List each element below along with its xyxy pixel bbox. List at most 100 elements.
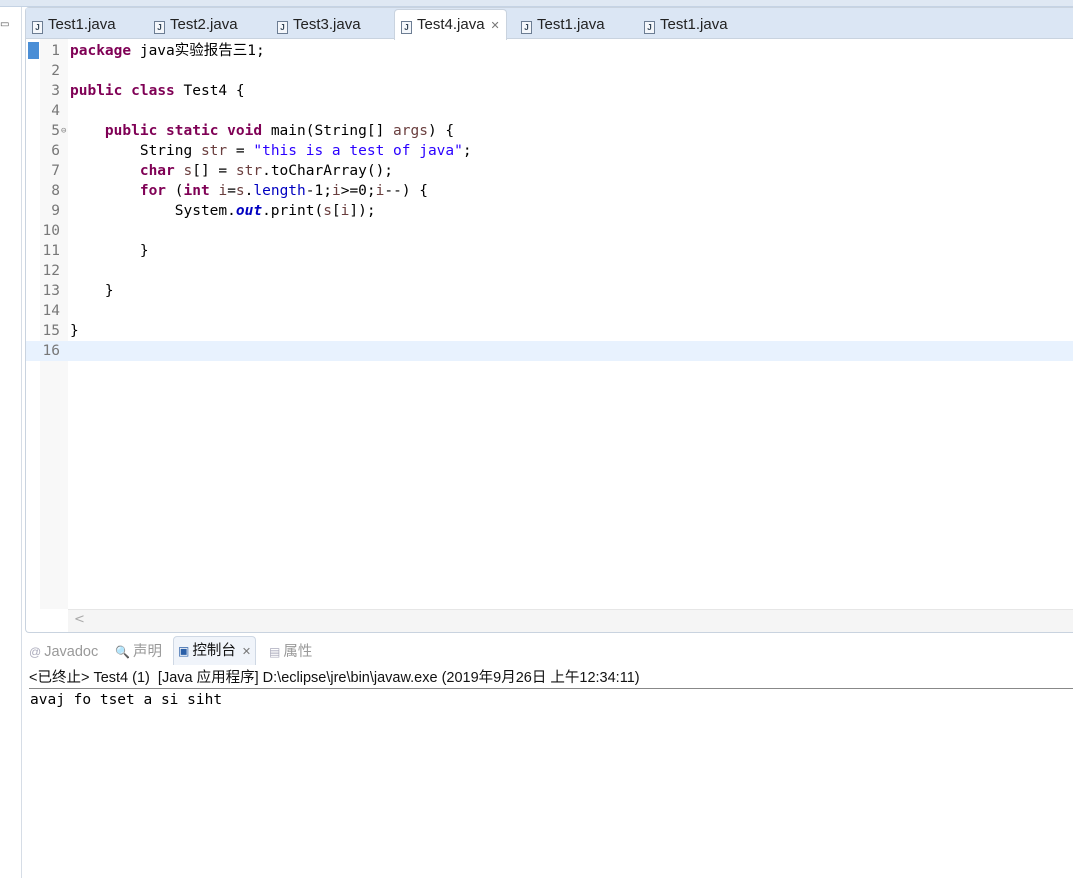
code-token: main(String[]: [262, 123, 394, 139]
code-token: System.: [70, 203, 236, 219]
console-tab-bar: @ Javadoc 🔍 声明 ▣ 控制台 ✕ ▤ 属性: [25, 636, 1073, 665]
code-text: for (int i=s.length-1;i>=0;i--) {: [70, 181, 428, 201]
line-number: 16: [42, 343, 60, 359]
line-number: 14: [42, 303, 60, 319]
tab-test1-java[interactable]: J Test1.java: [521, 11, 605, 38]
java-file-icon: J: [521, 21, 532, 34]
code-token: str: [200, 143, 228, 159]
console-tab-1[interactable]: 🔍 声明: [115, 640, 162, 664]
java-file-icon: J: [32, 21, 43, 34]
restore-icon[interactable]: ▭: [0, 19, 9, 30]
code-text: }: [70, 241, 149, 261]
code-token: ;: [462, 143, 472, 159]
code-token: [] =: [192, 163, 236, 179]
tab-test2-java[interactable]: J Test2.java: [154, 11, 238, 38]
code-token: -1;: [305, 183, 332, 199]
code-line: 9 System.out.print(s[i]);: [26, 201, 1073, 221]
tab-label: Test3.java: [293, 16, 361, 33]
code-text: }: [70, 281, 114, 301]
code-token: Test4 {: [174, 83, 245, 99]
console-tab-3[interactable]: ▤ 属性: [269, 640, 312, 664]
code-token: for: [139, 183, 167, 199]
console-output[interactable]: avaj fo tset a si siht: [30, 690, 222, 710]
tab-test1-java[interactable]: J Test1.java: [32, 11, 116, 38]
code-token: i: [331, 183, 341, 199]
tab-test4-java[interactable]: J Test4.java ✕: [394, 9, 507, 40]
horizontal-scrollbar[interactable]: <: [68, 609, 1073, 632]
code-token: >=0;: [340, 183, 376, 199]
code-token: String: [70, 143, 201, 159]
code-text: String str = "this is a test of java";: [70, 141, 472, 161]
java-file-icon: J: [644, 21, 655, 34]
properties-icon: ▤: [269, 645, 281, 659]
code-token: ]);: [349, 203, 376, 219]
code-token: args: [393, 123, 428, 139]
code-token: .toCharArray();: [262, 163, 394, 179]
line-number: 8: [51, 183, 60, 199]
scroll-left-icon[interactable]: <: [74, 612, 85, 627]
line-number: 15: [42, 323, 60, 339]
line-number: 9: [51, 203, 60, 219]
code-editor: J Test1.java J Test2.java J Test3.java J Test4.…: [25, 7, 1073, 633]
code-token: "this is a test of java": [253, 143, 463, 159]
line-number: 6: [51, 143, 60, 159]
code-token: ) {: [427, 123, 455, 139]
code-token: str: [235, 163, 263, 179]
line-number: 1: [51, 43, 60, 59]
console-panel: @ Javadoc 🔍 声明 ▣ 控制台 ✕ ▤ 属性 <已终止> Test4 (1) [Jav…: [25, 636, 1073, 878]
code-token: }: [70, 243, 149, 259]
tab-label: Test2.java: [170, 16, 238, 33]
console-header: <已终止> Test4 (1) [Java 应用程序] D:\eclipse\j…: [29, 668, 1073, 689]
code-text: char s[] = str.toCharArray();: [70, 161, 393, 181]
code-token: out: [235, 203, 263, 219]
console-tab-0[interactable]: @ Javadoc: [29, 640, 98, 664]
line-number: 7: [51, 163, 60, 179]
code-token: class: [131, 83, 175, 99]
console-tab-label: Javadoc: [44, 644, 99, 660]
java-file-icon: J: [154, 21, 165, 34]
code-token: public: [104, 123, 158, 139]
code-line: 11 }: [26, 241, 1073, 261]
code-token: }: [70, 283, 114, 299]
tab-test3-java[interactable]: J Test3.java: [277, 11, 361, 38]
code-token: s: [183, 163, 193, 179]
code-line: 12: [26, 261, 1073, 281]
line-number: 13: [42, 283, 60, 299]
code-line: 8 for (int i=s.length-1;i>=0;i--) {: [26, 181, 1073, 201]
line-number: 11: [42, 243, 60, 259]
code-token: static: [166, 123, 219, 139]
console-tab-2[interactable]: ▣ 控制台 ✕: [173, 636, 257, 665]
close-icon[interactable]: ✕: [242, 646, 251, 658]
fold-collapse-icon[interactable]: ⊖: [61, 121, 66, 141]
code-token: s: [323, 203, 332, 219]
code-text: }: [70, 321, 79, 341]
code-token: [: [331, 203, 341, 219]
code-token: java实验报告三1;: [131, 43, 265, 59]
line-number: 5: [51, 123, 60, 139]
code-token: void: [227, 123, 263, 139]
code-line: 7 char s[] = str.toCharArray();: [26, 161, 1073, 181]
code-token: length: [253, 183, 306, 199]
left-side-panel: ▭: [0, 7, 22, 878]
editor-tab-bar: J Test1.java J Test2.java J Test3.java J Test4.…: [26, 8, 1073, 40]
tab-label: Test1.java: [48, 16, 116, 33]
tab-label: Test1.java: [537, 16, 605, 33]
code-text: package java实验报告三1;: [70, 41, 265, 61]
java-file-icon: J: [401, 21, 412, 34]
tab-test1-java[interactable]: J Test1.java: [644, 11, 728, 38]
close-icon[interactable]: ✕: [491, 20, 500, 32]
code-line: 16: [26, 341, 1073, 361]
code-token: (: [166, 183, 184, 199]
code-line: 2: [26, 61, 1073, 81]
code-token: =: [227, 183, 236, 199]
java-file-icon: J: [277, 21, 288, 34]
code-token: char: [139, 163, 175, 179]
console-tab-label: 属性: [283, 644, 313, 660]
code-line: 15}: [26, 321, 1073, 341]
code-area[interactable]: 1 package java实验报告三1; 2 3 public class Test4…: [26, 41, 1073, 361]
code-token: --) {: [384, 183, 429, 199]
